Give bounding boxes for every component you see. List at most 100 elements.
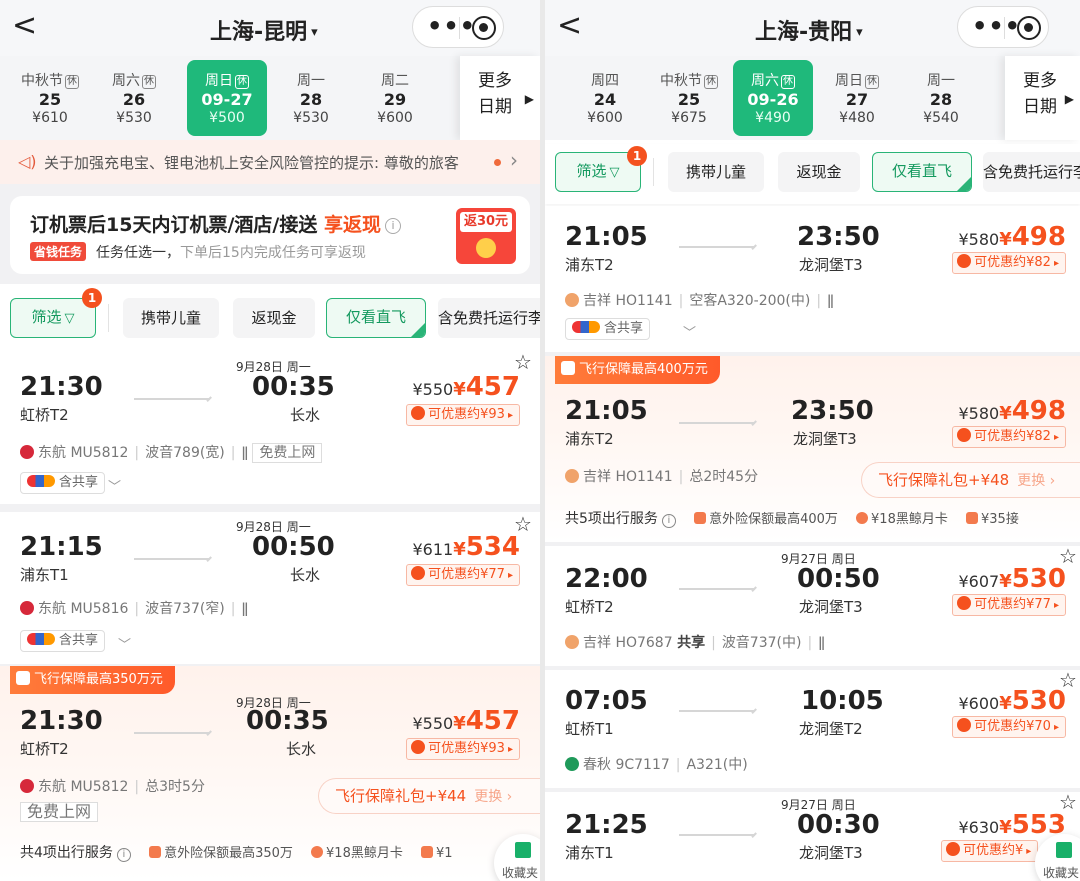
date-item[interactable]: 周一 28 ¥530 [271,60,351,136]
direct-only-chip[interactable]: 仅看直飞 [872,152,972,192]
flight-card-protected[interactable]: 飞行保障最高400万元 21:05 浦东T2 23:50 龙洞堡T3 ¥580¥… [545,356,1080,542]
flight-card[interactable]: 9月28日 周一 ☆ 21:15 浦东T1 00:50 长水 ¥611¥534 … [0,512,540,664]
info-icon[interactable]: i [661,514,676,528]
current-price: 530 [1011,564,1066,594]
flight-card[interactable]: 9月27日 周日 ☆ 21:25 浦东T1 00:30 龙洞堡T3 ¥630¥5… [545,792,1080,881]
date-item-selected[interactable]: 周六休 09-26 ¥490 [733,60,813,136]
discount-icon [957,254,972,268]
red-packet-icon[interactable]: 返30元 [456,208,516,264]
cashback-filter-chip[interactable]: 返现金 [233,298,315,338]
protection-tag: 飞行保障最高350万元 [10,666,175,694]
child-filter-chip[interactable]: 携带儿童 [668,152,764,192]
date-item[interactable]: 周四 24 ¥600 [565,60,645,136]
flight-card[interactable]: 9月27日 周日 ☆ 22:00 虹桥T2 00:50 龙洞堡T3 ¥607¥5… [545,546,1080,666]
star-icon[interactable]: ☆ [514,350,532,374]
free-baggage-chip[interactable]: 含免费托运行李 [983,152,1080,192]
info-icon[interactable]: i [384,218,401,234]
swap-link[interactable]: 更换 › [474,789,512,805]
discount-pill[interactable]: 可优惠约¥93 [406,404,520,426]
cashback-filter-chip[interactable]: 返现金 [778,152,860,192]
discount-pill[interactable]: 可优惠约¥77 [406,564,520,586]
close-miniprogram-icon[interactable] [472,16,496,40]
arrival-airport: 龙洞堡T3 [799,598,863,616]
flight-card-protected[interactable]: 飞行保障最高350万元 9月28日 周一 21:30 虹桥T2 00:35 长水… [0,666,540,881]
flight-list: 9月28日 周一 ☆ 21:30 虹桥T2 00:35 长水 ¥550¥457 … [0,346,540,881]
arrival-airport: 长水 [286,740,317,758]
discount-pill[interactable]: 可优惠约¥ [941,840,1039,862]
date-price: ¥610 [32,110,68,126]
airline-flight: 吉祥 HO1141 [583,469,673,485]
discount-pill[interactable]: 可优惠约¥93 [406,738,520,760]
discount-pill[interactable]: 可优惠约¥82 [952,426,1066,448]
package-text: 飞行保障礼包+¥44 [335,787,467,805]
chevron-down-icon[interactable]: ﹀ [118,634,131,653]
date-item[interactable]: 周六休 26 ¥530 [94,60,174,136]
back-icon[interactable]: < [12,8,37,44]
separator: | [134,601,140,617]
child-filter-chip[interactable]: 携带儿童 [123,298,219,338]
date-item[interactable]: 周二 29 ¥600 [355,60,435,136]
date-day: 25 [677,90,701,109]
departure-airport: 浦东T1 [20,566,69,584]
info-icon[interactable]: i [116,848,131,862]
chevron-down-icon[interactable]: ﹀ [108,476,121,495]
service-item: 意外险保额最高400万 [709,512,838,527]
date-item[interactable]: 周日休 27 ¥480 [817,60,897,136]
direct-only-chip[interactable]: 仅看直飞 [326,298,426,338]
price: ¥630¥553 [958,810,1066,840]
speaker-icon: ◁) [18,152,37,171]
flight-arrow [134,398,210,400]
flight-list: 21:05 浦东T2 23:50 龙洞堡T3 ¥580¥498 可优惠约¥82 … [545,206,1080,881]
codeshare-pill[interactable]: 含共享 [565,318,651,340]
cashback-promo-card[interactable]: 订机票后15天内订机票/酒店/接送 享返现 i 省钱任务 任务任选一，下单后15内… [10,196,530,274]
flight-arrow [134,558,210,560]
flight-card[interactable]: ☆ 07:05 虹桥T1 10:05 龙洞堡T2 ¥600¥530 可优惠约¥7… [545,670,1080,788]
flight-card[interactable]: 9月28日 周一 ☆ 21:30 虹桥T2 00:35 长水 ¥550¥457 … [0,346,540,504]
discount-pill[interactable]: 可优惠约¥77 [952,594,1066,616]
route-title[interactable]: 上海-昆明 ▾ [210,14,318,46]
spring-airlines-logo-icon [565,757,579,771]
more-dates-button[interactable]: 更多 日期 ▶ [1005,56,1080,140]
airline-flight: 东航 MU5816 [38,601,129,617]
codeshare-pill[interactable]: 含共享 [20,630,106,652]
more-dates-button[interactable]: 更多 日期 ▶ [460,56,540,140]
back-icon[interactable]: < [557,8,582,44]
departure-time: 21:30 [20,706,103,736]
promo-sub-muted: 下单后15内完成任务可享返现 [180,245,366,261]
currency-symbol: ¥ [999,229,1012,250]
discount-pill[interactable]: 可优惠约¥70 [952,716,1066,738]
filter-label: 筛选 [576,162,607,180]
more-icon[interactable]: ••• [972,12,1021,40]
protection-tag-text: 飞行保障最高350万元 [34,672,163,687]
services-line[interactable]: 共5项出行服务 i 意外险保额最高400万 ¥18黑鲸月卡 ¥35接 [565,508,1019,528]
separator: | [675,757,681,773]
flight-arrow [679,422,755,424]
swap-link[interactable]: 更换 › [1017,473,1055,489]
safety-notice-bar[interactable]: ◁) 关于加强充电宝、锂电池机上安全风险管控的提示: 尊敬的旅客 › [0,140,540,184]
date-item[interactable]: 中秋节休 25 ¥675 [649,60,729,136]
services-line[interactable]: 共4项出行服务 i 意外险保额最高350万 ¥18黑鲸月卡 ¥1 [20,842,453,862]
departure-airport: 虹桥T1 [565,720,614,738]
protection-package[interactable]: 飞行保障礼包+¥48 更换 › [861,462,1080,498]
top-bar: < 上海-昆明 ▾ ••• [0,0,540,56]
original-price: ¥550 [412,714,454,733]
codeshare-pill[interactable]: 含共享 [20,472,106,494]
protection-package[interactable]: 飞行保障礼包+¥44 更换 › [318,778,540,814]
date-item-selected[interactable]: 周日休 09-27 ¥500 [187,60,267,136]
date-item[interactable]: 中秋节休 25 ¥610 [10,60,90,136]
date-day: 29 [383,90,407,109]
close-miniprogram-icon[interactable] [1017,16,1041,40]
date-item[interactable]: 周一 28 ¥540 [901,60,981,136]
mini-program-capsule: ••• [412,6,504,48]
discount-pill[interactable]: 可优惠约¥82 [952,252,1066,274]
route-title[interactable]: 上海-贵阳 ▾ [755,14,863,46]
thumbs-up-icon [561,361,575,375]
current-price: 530 [1011,686,1066,716]
chevron-down-icon[interactable]: ﹀ [683,322,696,341]
route-label: 上海-昆明 [210,20,308,45]
flight-card[interactable]: 21:05 浦东T2 23:50 龙洞堡T3 ¥580¥498 可优惠约¥82 … [545,206,1080,352]
date-strip: 周四 24 ¥600 中秋节休 25 ¥675 周六休 09-26 ¥490 周… [545,56,1080,140]
more-icon[interactable]: ••• [427,12,476,40]
discount-text: 可优惠约¥82 [974,429,1051,444]
free-baggage-chip[interactable]: 含免费托运行李 [438,298,540,338]
